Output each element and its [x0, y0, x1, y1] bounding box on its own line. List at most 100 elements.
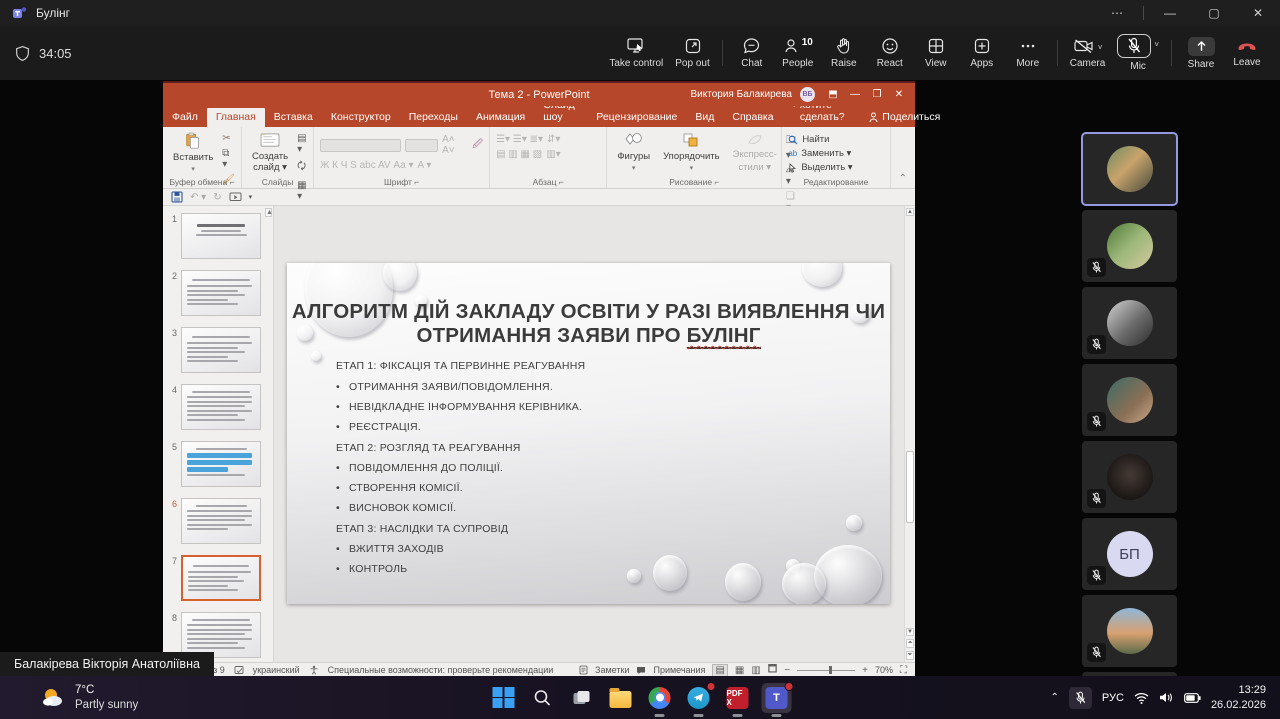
- chrome-button[interactable]: [645, 683, 675, 713]
- participant-tile-2[interactable]: [1082, 210, 1177, 282]
- thumbnail-preview[interactable]: [181, 498, 261, 544]
- scroll-up-arrow[interactable]: ▲: [906, 208, 914, 216]
- start-slideshow-icon[interactable]: [229, 192, 242, 203]
- react-button[interactable]: React: [867, 26, 913, 80]
- camera-button[interactable]: ˅ Camera: [1064, 26, 1112, 80]
- minimize-button[interactable]: —: [1148, 0, 1192, 26]
- more-button[interactable]: More: [1005, 26, 1051, 80]
- accessibility-status[interactable]: Специальные возможности: проверьте реком…: [328, 665, 554, 675]
- speaker-icon[interactable]: [1159, 691, 1174, 704]
- participant-tile-4[interactable]: [1082, 364, 1177, 436]
- telegram-button[interactable]: [684, 683, 714, 713]
- people-button[interactable]: 10 People: [775, 26, 821, 80]
- zoom-slider[interactable]: [797, 670, 855, 671]
- font-style-buttons[interactable]: Ж К Ч S abc AV Аа ▾: [320, 160, 413, 171]
- save-icon[interactable]: [171, 191, 183, 203]
- tray-chevron[interactable]: ⌃: [1051, 692, 1059, 703]
- shapes-button[interactable]: Фигуры ▾: [613, 131, 654, 174]
- font-color-icon[interactable]: A ▾: [417, 160, 431, 171]
- ppt-share-button[interactable]: Поделиться: [859, 108, 950, 127]
- dialog-launcher-icon[interactable]: ⌐: [414, 177, 419, 187]
- zoom-out-button[interactable]: −: [784, 665, 790, 676]
- start-button[interactable]: [489, 683, 519, 713]
- ppt-minimize-button[interactable]: —: [845, 89, 865, 100]
- apps-button[interactable]: Apps: [959, 26, 1005, 80]
- editor-vertical-scrollbar[interactable]: ▲ ▼ ⏶ ⏷: [904, 206, 915, 662]
- take-control-button[interactable]: Take control: [603, 26, 669, 80]
- share-button[interactable]: Share: [1178, 26, 1224, 80]
- next-slide-button[interactable]: ⏷: [906, 651, 914, 660]
- reading-view-button[interactable]: ▥: [751, 665, 760, 676]
- grow-font-icon[interactable]: A˄ A˅: [442, 134, 468, 156]
- notes-button[interactable]: Заметки: [595, 665, 629, 675]
- quick-styles-button[interactable]: Экспресс- стили ▾: [729, 131, 781, 174]
- ppt-account-name[interactable]: Виктория Балакирева: [691, 89, 792, 100]
- zoom-level[interactable]: 70%: [875, 665, 893, 675]
- dialog-launcher-icon[interactable]: ⌐: [230, 177, 235, 187]
- font-family-select[interactable]: [320, 139, 401, 152]
- ppt-tab-1[interactable]: Файл: [163, 108, 207, 127]
- dialog-launcher-icon[interactable]: ⌐: [714, 177, 719, 187]
- find-button[interactable]: Найти: [788, 134, 852, 145]
- reset-slide-icon[interactable]: 🗘: [297, 159, 307, 176]
- scrollbar-thumb[interactable]: [906, 451, 914, 523]
- thumbnail-preview[interactable]: [181, 270, 261, 316]
- text-direction-icon[interactable]: ⇵▾: [547, 134, 560, 145]
- ppt-tab-4[interactable]: Конструктор: [322, 108, 400, 127]
- pop-out-button[interactable]: Pop out: [669, 26, 715, 80]
- task-view-button[interactable]: [567, 683, 597, 713]
- clock[interactable]: 13:29 26.02.2026: [1211, 683, 1266, 712]
- mic-options-chevron[interactable]: ˅: [1154, 40, 1159, 49]
- participant-tile-6[interactable]: БП: [1082, 518, 1177, 590]
- participant-tile-7[interactable]: [1082, 595, 1177, 667]
- language-indicator[interactable]: украинский: [253, 665, 300, 675]
- camera-options-chevron[interactable]: ˅: [1098, 43, 1103, 52]
- zoom-in-button[interactable]: +: [862, 665, 868, 676]
- ppt-account-avatar[interactable]: ВБ: [800, 87, 815, 102]
- slide-thumbnail-4[interactable]: 4: [165, 384, 270, 430]
- chat-button[interactable]: Chat: [729, 26, 775, 80]
- comments-icon[interactable]: [636, 666, 646, 675]
- clear-format-icon[interactable]: 🖉: [472, 137, 483, 154]
- comments-button[interactable]: Примечания: [653, 665, 705, 675]
- teams-taskbar-button[interactable]: T: [762, 683, 792, 713]
- slide-thumbnail-6[interactable]: 6: [165, 498, 270, 544]
- close-button[interactable]: ✕: [1236, 0, 1280, 26]
- file-explorer-button[interactable]: [606, 683, 636, 713]
- slide-thumbnail-5[interactable]: 5: [165, 441, 270, 487]
- slide-thumbnail-7[interactable]: 7: [165, 555, 270, 601]
- ppt-tab-9[interactable]: Вид: [686, 108, 723, 127]
- ppt-tab-8[interactable]: Рецензирование: [587, 108, 686, 127]
- ppt-tab-2[interactable]: Главная: [207, 108, 265, 127]
- participant-tile-5[interactable]: [1082, 441, 1177, 513]
- font-size-select[interactable]: [405, 139, 438, 152]
- notes-icon[interactable]: [579, 665, 588, 675]
- thumbnail-preview[interactable]: [181, 555, 261, 601]
- cut-icon[interactable]: ✂: [222, 133, 235, 144]
- battery-icon[interactable]: [1184, 693, 1201, 703]
- participant-tile-3[interactable]: [1082, 287, 1177, 359]
- slide-sorter-view-button[interactable]: ▦: [735, 665, 744, 676]
- accessibility-icon[interactable]: [309, 665, 319, 675]
- redo-icon[interactable]: ↻: [213, 192, 221, 203]
- collapse-ribbon-button[interactable]: ⌃: [891, 173, 915, 188]
- ppt-tab-3[interactable]: Вставка: [265, 108, 322, 127]
- language-indicator[interactable]: РУС: [1102, 692, 1124, 704]
- scroll-down-arrow[interactable]: ▼: [906, 628, 914, 636]
- ppt-tab-5[interactable]: Переходы: [400, 108, 467, 127]
- qat-customize-chevron[interactable]: ▾: [249, 193, 253, 201]
- pdf-app-button[interactable]: PDF X: [723, 683, 753, 713]
- thumbnail-preview[interactable]: [181, 213, 261, 259]
- wifi-icon[interactable]: [1134, 692, 1149, 704]
- arrange-button[interactable]: Упорядочить ▾: [659, 131, 724, 174]
- slide-thumbnail-3[interactable]: 3: [165, 327, 270, 373]
- thumbnail-preview[interactable]: [181, 327, 261, 373]
- participant-tile-1[interactable]: [1082, 133, 1177, 205]
- copy-icon[interactable]: ⧉ ▾: [222, 148, 235, 170]
- ppt-restore-button[interactable]: ❐: [867, 89, 887, 100]
- thumbnail-preview[interactable]: [181, 441, 261, 487]
- weather-widget[interactable]: 7°C Partly sunny: [40, 683, 280, 712]
- raise-hand-button[interactable]: Raise: [821, 26, 867, 80]
- slide-layout-icon[interactable]: ▤ ▾: [297, 133, 307, 155]
- search-button[interactable]: [528, 683, 558, 713]
